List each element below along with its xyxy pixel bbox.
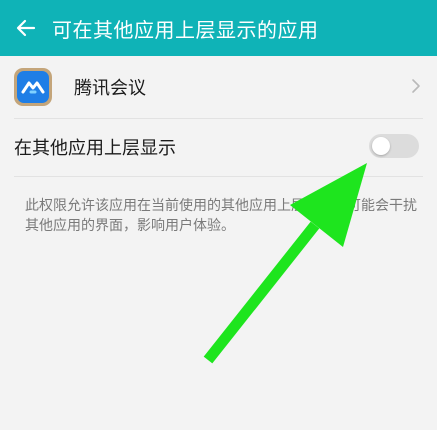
overlay-permission-row: 在其他应用上层显示	[0, 118, 437, 176]
overlay-permission-switch[interactable]	[369, 134, 419, 158]
switch-knob	[372, 137, 390, 155]
page-title: 可在其他应用上层显示的应用	[52, 17, 319, 42]
back-button[interactable]	[0, 0, 52, 56]
app-name: 腾讯会议	[74, 78, 146, 99]
permission-description: 此权限允许该应用在当前使用的其他应用上层显示，可能会干扰其他应用的界面，影响用户…	[25, 198, 417, 234]
app-row[interactable]: 腾讯会议	[0, 56, 437, 118]
settings-content: 腾讯会议 在其他应用上层显示 此权限允许该应用在当前使用的其他应用上层显示，可能…	[0, 56, 437, 430]
divider	[14, 176, 423, 177]
app-bar: 可在其他应用上层显示的应用	[0, 0, 437, 56]
arrow-left-icon	[16, 19, 36, 37]
tencent-meeting-icon	[14, 68, 52, 106]
chevron-right-icon	[412, 79, 420, 93]
overlay-permission-label: 在其他应用上层显示	[14, 138, 176, 159]
